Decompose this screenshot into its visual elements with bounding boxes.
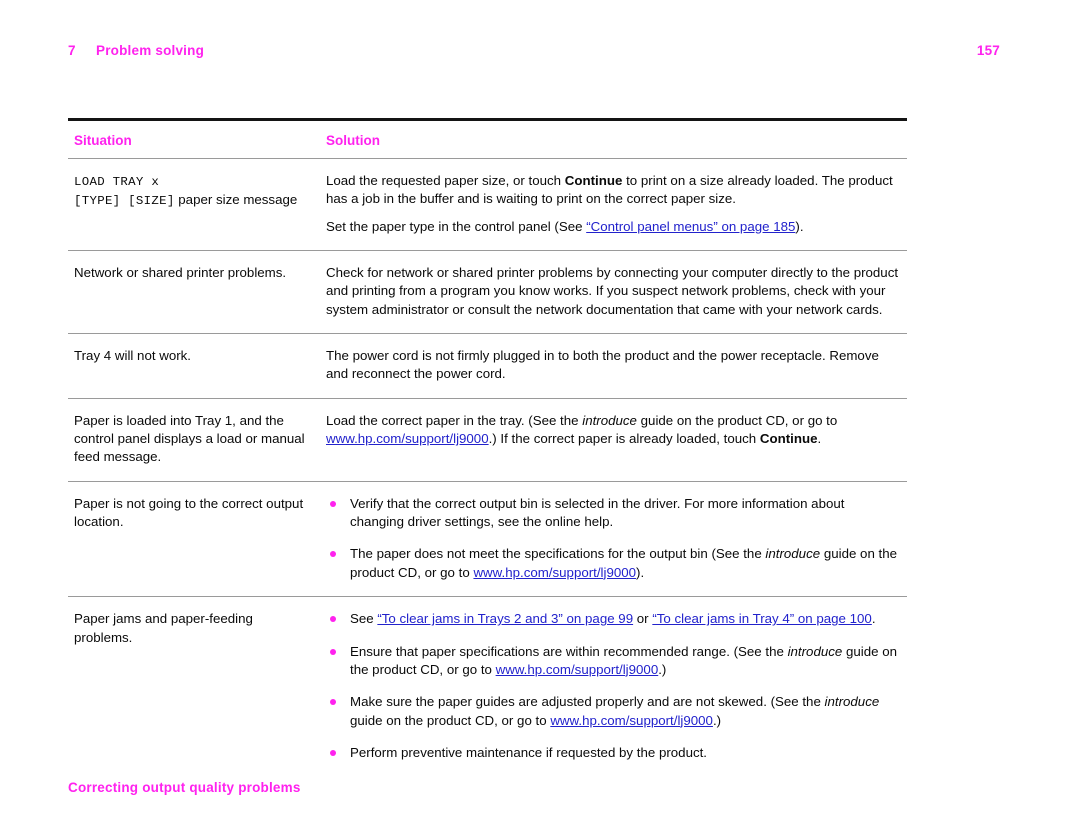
message-line-2: [TYPE] [SIZE]	[74, 194, 175, 209]
bullet-icon	[330, 551, 336, 558]
list-item: Perform preventive maintenance if reques…	[326, 744, 901, 762]
table-row: LOAD TRAY x [TYPE] [SIZE] paper size mes…	[68, 158, 907, 252]
page-number: 157	[976, 43, 1000, 58]
guide-name: introduce	[765, 546, 821, 562]
list-item: See “To clear jams in Trays 2 and 3” on …	[326, 610, 901, 628]
text-segment: .) If the correct paper is already loade…	[488, 431, 760, 447]
list-item: Verify that the correct output bin is se…	[326, 495, 901, 532]
solution-cell: The power cord is not firmly plugged in …	[320, 333, 907, 399]
solution-paragraph: Load the requested paper size, or touch …	[326, 172, 901, 209]
control-panel-message: LOAD TRAY x [TYPE] [SIZE] paper size mes…	[74, 172, 314, 210]
cross-reference-link[interactable]: “To clear jams in Tray 4” on page 100	[652, 611, 872, 626]
list-item: Ensure that paper specifications are wit…	[326, 643, 901, 680]
situation-text: Paper is loaded into Tray 1, and the con…	[74, 412, 305, 465]
continue-button-name: Continue	[759, 431, 818, 447]
bullet-icon	[330, 500, 336, 507]
solution-cell: See “To clear jams in Trays 2 and 3” on …	[320, 597, 907, 777]
text-segment: Load the requested paper size, or touch	[326, 173, 565, 188]
situation-text: Paper is not going to the correct output…	[74, 495, 304, 530]
support-url-link[interactable]: www.hp.com/support/lj9000	[550, 713, 713, 728]
cross-reference-link[interactable]: “Control panel menus” on page 185	[586, 219, 795, 234]
table-row: Network or shared printer problems. Chec…	[68, 250, 907, 335]
situation-solution-table: Situation Solution LOAD TRAY x [TYPE] [S…	[68, 118, 907, 776]
document-page: 7 Problem solving 157 Situation Solution…	[0, 0, 1080, 834]
support-url-link[interactable]: www.hp.com/support/lj9000	[473, 565, 636, 580]
text-segment: guide on the product CD, or go to	[636, 412, 838, 428]
text-segment: .)	[658, 661, 667, 677]
chapter-number: 7	[68, 43, 76, 58]
text-segment: Perform preventive maintenance if reques…	[350, 744, 707, 760]
list-item: Make sure the paper guides are adjusted …	[326, 693, 901, 730]
text-segment: Set the paper type in the control panel …	[326, 218, 587, 234]
text-segment: .)	[712, 712, 722, 728]
text-segment: or	[633, 611, 653, 627]
text-segment: .	[871, 611, 876, 627]
text-segment: Ensure that paper specifications are wit…	[350, 643, 788, 659]
solution-cell: Load the correct paper in the tray. (See…	[320, 398, 907, 482]
bullet-icon	[330, 749, 336, 756]
text-segment: ).	[795, 218, 804, 234]
guide-name: introduce	[787, 643, 843, 659]
situation-text: Paper jams and paper-feeding problems.	[74, 611, 253, 645]
situation-cell: Paper is not going to the correct output…	[68, 481, 320, 598]
text-segment: The paper does not meet the specificatio…	[350, 546, 766, 562]
column-header-solution: Solution	[320, 118, 907, 159]
table-row: Tray 4 will not work. The power cord is …	[68, 333, 907, 399]
table-row: Paper is loaded into Tray 1, and the con…	[68, 398, 907, 482]
column-header-situation: Situation	[68, 118, 320, 159]
solution-paragraph: Load the correct paper in the tray. (See…	[326, 412, 901, 449]
text-segment: Make sure the paper guides are adjusted …	[350, 694, 825, 710]
text-segment: .	[817, 431, 822, 447]
solution-paragraph: Set the paper type in the control panel …	[326, 218, 901, 236]
support-url-link[interactable]: www.hp.com/support/lj9000	[326, 431, 489, 446]
text-segment: See	[350, 611, 378, 627]
message-line-1: LOAD TRAY x	[74, 175, 160, 189]
bullet-icon	[330, 648, 336, 655]
running-footer: Correcting output quality problems	[68, 780, 301, 795]
guide-name: introduce	[582, 412, 637, 428]
text-segment: Verify that the correct output bin is se…	[350, 495, 845, 530]
solution-text: The power cord is not firmly plugged in …	[326, 348, 879, 382]
continue-button-name: Continue	[564, 173, 623, 188]
message-tail: paper size message	[174, 192, 298, 208]
situation-cell: Paper jams and paper-feeding problems.	[68, 597, 320, 777]
table-row: Paper jams and paper-feeding problems. S…	[68, 597, 907, 777]
situation-cell: Paper is loaded into Tray 1, and the con…	[68, 398, 320, 482]
solution-cell: Check for network or shared printer prob…	[320, 250, 907, 335]
bullet-icon	[330, 616, 336, 623]
solution-bullet-list: Verify that the correct output bin is se…	[326, 495, 901, 582]
guide-name: introduce	[824, 694, 880, 710]
solution-bullet-list: See “To clear jams in Trays 2 and 3” on …	[326, 610, 901, 762]
list-item: The paper does not meet the specificatio…	[326, 545, 901, 582]
table-row: Paper is not going to the correct output…	[68, 481, 907, 598]
running-header: 7 Problem solving 157	[68, 43, 1000, 58]
situation-cell: Tray 4 will not work.	[68, 333, 320, 399]
solution-cell: Load the requested paper size, or touch …	[320, 158, 907, 252]
solution-text: Check for network or shared printer prob…	[326, 265, 899, 317]
chapter-title: Problem solving	[96, 43, 205, 58]
situation-text: Network or shared printer problems.	[74, 265, 287, 281]
solution-cell: Verify that the correct output bin is se…	[320, 481, 907, 598]
support-url-link[interactable]: www.hp.com/support/lj9000	[496, 662, 659, 677]
text-segment: Load the correct paper in the tray. (See…	[326, 412, 583, 428]
cross-reference-link[interactable]: “To clear jams in Trays 2 and 3” on page…	[377, 611, 633, 626]
situation-cell: LOAD TRAY x [TYPE] [SIZE] paper size mes…	[68, 158, 320, 252]
text-segment: ).	[636, 564, 645, 580]
table-header-row: Situation Solution	[68, 118, 907, 159]
situation-text: Tray 4 will not work.	[74, 348, 191, 364]
situation-cell: Network or shared printer problems.	[68, 250, 320, 335]
bullet-icon	[330, 699, 336, 706]
text-segment: guide on the product CD, or go to	[350, 712, 551, 728]
